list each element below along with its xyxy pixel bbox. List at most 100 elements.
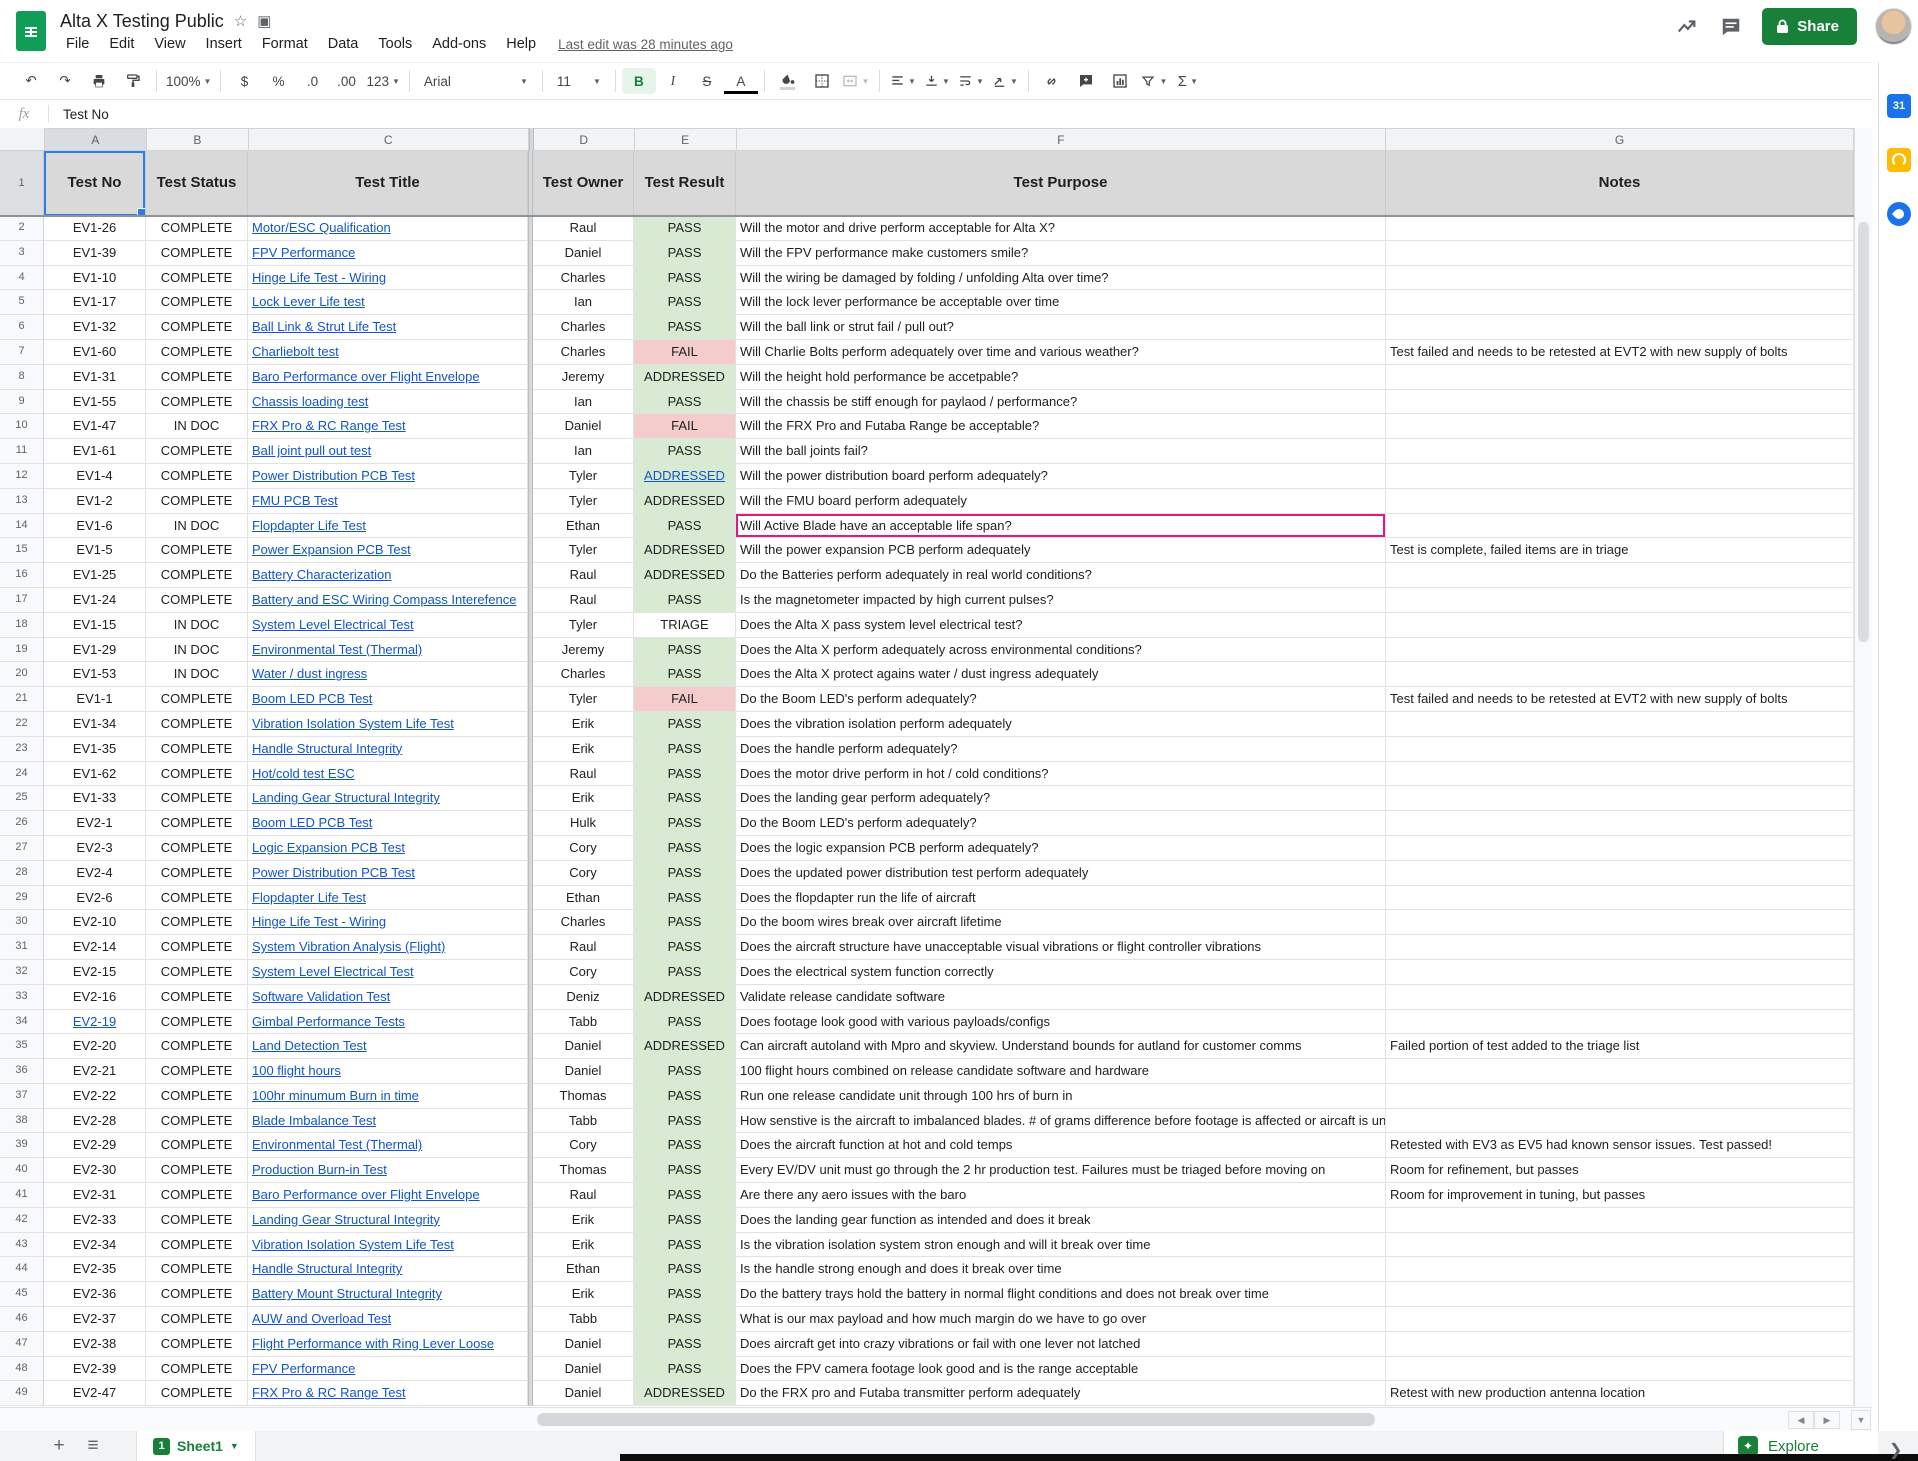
cell-test-no[interactable]: EV1-26 [44,216,146,241]
column-header-c[interactable]: C [249,128,529,151]
cell-test-no[interactable]: EV1-4 [44,464,146,489]
cell-test-result[interactable]: ADDRESSED [634,1034,736,1059]
cell-test-status[interactable]: COMPLETE [146,811,248,836]
row-header[interactable]: 45 [0,1282,44,1307]
cell-test-title-link[interactable]: Ball joint pull out test [248,439,528,464]
cell-test-no[interactable]: EV2-29 [44,1133,146,1158]
cell-test-no[interactable]: EV2-22 [44,1084,146,1109]
cell-test-title-link[interactable]: Battery and ESC Wiring Compass Interefen… [248,588,528,613]
row-header[interactable]: 30 [0,910,44,935]
cell-test-purpose[interactable]: What is our max payload and how much mar… [736,1307,1386,1332]
row-header[interactable]: 15 [0,538,44,563]
cell-test-owner[interactable]: Ethan [533,886,634,911]
scroll-down-button[interactable]: ▼ [1851,1410,1871,1430]
cell-notes[interactable]: Retest with new production antenna locat… [1386,1381,1854,1406]
cell-test-owner[interactable]: Deniz [533,985,634,1010]
cell-test-no[interactable]: EV1-24 [44,588,146,613]
cell-test-status[interactable]: COMPLETE [146,588,248,613]
insights-icon[interactable] [1674,14,1700,40]
cell-test-title-link[interactable]: Power Distribution PCB Test [248,464,528,489]
cell-test-result[interactable]: PASS [634,1282,736,1307]
cell-test-title-link[interactable]: Motor/ESC Qualification [248,216,528,241]
cell-test-status[interactable]: COMPLETE [146,1034,248,1059]
cell-notes[interactable] [1386,811,1854,836]
cell-notes[interactable] [1386,1084,1854,1109]
row-header[interactable]: 43 [0,1233,44,1258]
cell-test-no[interactable]: EV2-30 [44,1158,146,1183]
cell-notes[interactable] [1386,1332,1854,1357]
print-button[interactable] [82,68,116,94]
cell-test-title-link[interactable]: Power Expansion PCB Test [248,538,528,563]
column-header-d[interactable]: D [534,128,635,151]
cell-notes[interactable] [1386,985,1854,1010]
cell-test-no[interactable]: EV2-1 [44,811,146,836]
cell-test-purpose[interactable]: 100 flight hours combined on release can… [736,1059,1386,1084]
scroll-left-button[interactable]: ◀ [1788,1411,1814,1429]
cell-test-result[interactable]: PASS [634,241,736,266]
cell-test-owner[interactable]: Daniel [533,241,634,266]
cell-notes[interactable] [1386,1307,1854,1332]
cell-test-owner[interactable]: Cory [533,861,634,886]
more-formats-button[interactable]: 123▼ [363,68,402,94]
cell-test-owner[interactable]: Cory [533,1133,634,1158]
row-header[interactable]: 34 [0,1010,44,1035]
cell-test-purpose[interactable]: Does the vibration isolation perform ade… [736,712,1386,737]
column-header-g[interactable]: G [1386,128,1854,151]
cell-test-no[interactable]: EV2-21 [44,1059,146,1084]
cell-test-result[interactable]: PASS [634,1257,736,1282]
cell-test-status[interactable]: COMPLETE [146,538,248,563]
cell-test-status[interactable]: COMPLETE [146,960,248,985]
row-header[interactable]: 26 [0,811,44,836]
cell-test-purpose[interactable]: Does the aircraft function at hot and co… [736,1133,1386,1158]
cell-notes[interactable] [1386,1357,1854,1382]
cell-test-owner[interactable]: Charles [533,662,634,687]
menu-format[interactable]: Format [254,34,316,54]
row-header[interactable]: 16 [0,563,44,588]
cell-test-owner[interactable]: Charles [533,315,634,340]
row-header[interactable]: 25 [0,786,44,811]
cell-test-owner[interactable]: Tyler [533,489,634,514]
cell-test-no[interactable]: EV1-17 [44,290,146,315]
cell-test-result[interactable]: PASS [634,910,736,935]
cell-test-no[interactable]: EV2-3 [44,836,146,861]
cell-test-status[interactable]: COMPLETE [146,1183,248,1208]
cell-test-title-link[interactable]: Flight Performance with Ring Lever Loose [248,1332,528,1357]
cell-test-owner[interactable]: Raul [533,935,634,960]
row-header[interactable]: 36 [0,1059,44,1084]
cell-test-purpose[interactable]: Does aircraft get into crazy vibrations … [736,1332,1386,1357]
cell-notes[interactable] [1386,910,1854,935]
cell-test-title-link[interactable]: FRX Pro & RC Range Test [248,1381,528,1406]
cell-test-no[interactable]: EV1-15 [44,613,146,638]
menu-data[interactable]: Data [320,34,367,54]
cell-test-purpose[interactable]: Do the battery trays hold the battery in… [736,1282,1386,1307]
text-color-button[interactable]: A [724,71,758,94]
cell-test-no[interactable]: EV1-35 [44,737,146,762]
cell-test-result[interactable]: PASS [634,1010,736,1035]
cell-test-owner[interactable]: Erik [533,1282,634,1307]
cell-test-purpose[interactable]: Validate release candidate software [736,985,1386,1010]
freeze-row-divider[interactable] [0,215,1854,217]
sheet-tab-menu-icon[interactable]: ▼ [230,1441,239,1451]
cell-test-purpose[interactable]: Do the boom wires break over aircraft li… [736,910,1386,935]
cell-test-purpose[interactable]: Will the FRX Pro and Futaba Range be acc… [736,414,1386,439]
cell-test-status[interactable]: COMPLETE [146,1109,248,1134]
cell-test-no[interactable]: EV1-25 [44,563,146,588]
font-size-select[interactable]: 11▼ [549,68,609,94]
cell-test-no[interactable]: EV2-38 [44,1332,146,1357]
cell-test-purpose[interactable]: Will the wiring be damaged by folding / … [736,266,1386,291]
cell-test-no[interactable]: EV2-16 [44,985,146,1010]
cell-test-purpose[interactable]: Do the Boom LED's perform adequately? [736,687,1386,712]
cell-test-purpose[interactable]: Do the Batteries perform adequately in r… [736,563,1386,588]
cell-test-title-link[interactable]: FPV Performance [248,1357,528,1382]
cell-notes[interactable] [1386,1233,1854,1258]
cell-test-no[interactable]: EV1-32 [44,315,146,340]
cell-test-purpose[interactable]: Do the FRX pro and Futaba transmitter pe… [736,1381,1386,1406]
cell-test-title-link[interactable]: FRX Pro & RC Range Test [248,414,528,439]
italic-button[interactable]: I [656,68,690,94]
row-header[interactable]: 20 [0,662,44,687]
cell-test-purpose[interactable]: Will Charlie Bolts perform adequately ov… [736,340,1386,365]
cell-test-status[interactable]: COMPLETE [146,266,248,291]
sheets-logo-icon[interactable] [16,11,46,51]
cell-test-result[interactable]: PASS [634,836,736,861]
cell-test-purpose[interactable]: Will the FPV performance make customers … [736,241,1386,266]
